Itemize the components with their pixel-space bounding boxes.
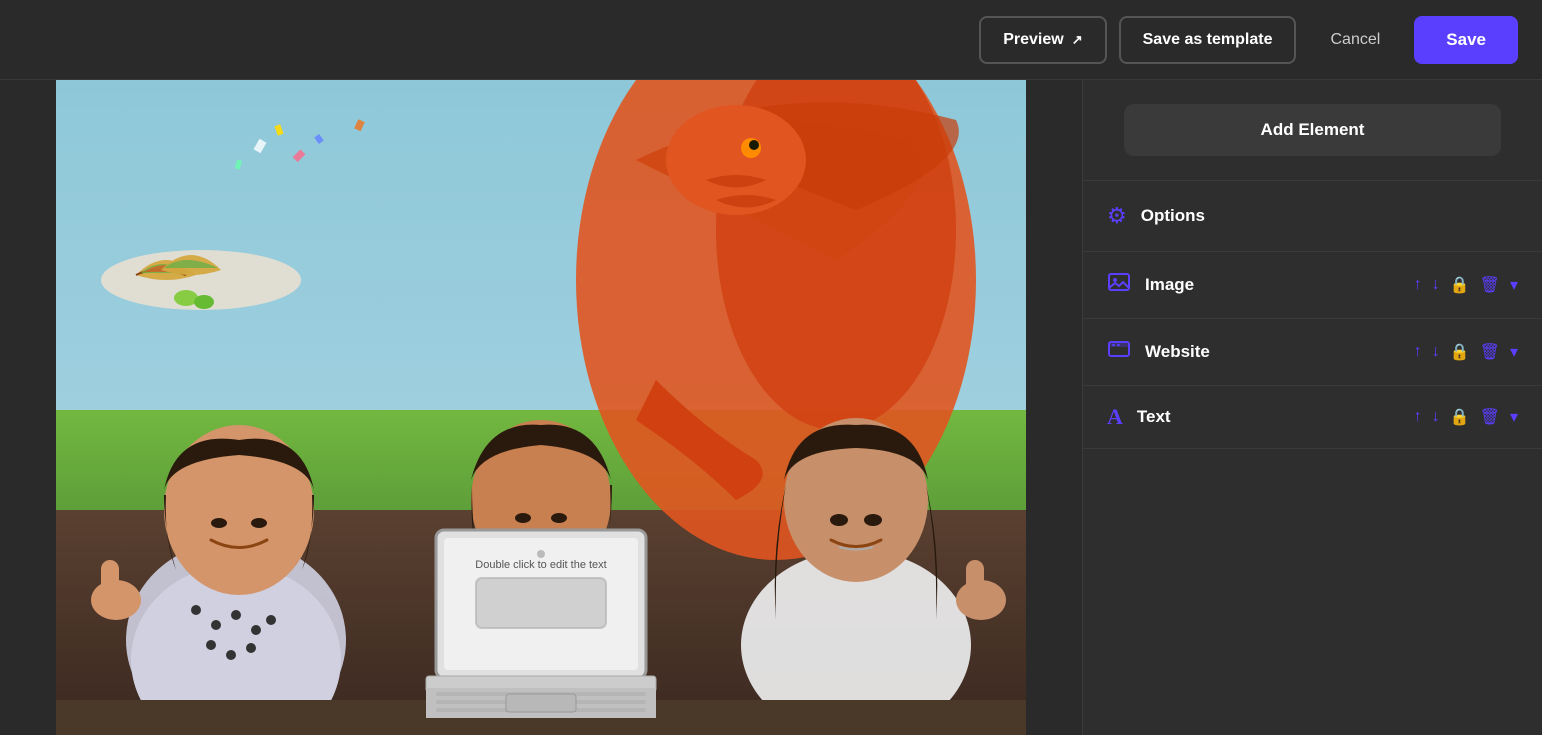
preview-button[interactable]: Preview ↗ bbox=[979, 16, 1106, 64]
image-icon bbox=[1107, 270, 1131, 300]
text-expand-button[interactable]: ▾ bbox=[1510, 407, 1518, 427]
element-row-text[interactable]: A Text ↑ ↓ 🔒 🗑 ▾ bbox=[1083, 386, 1542, 449]
text-icon: A bbox=[1107, 404, 1123, 430]
main-area: Double click to edit the text bbox=[0, 80, 1542, 735]
save-template-label: Save as template bbox=[1143, 31, 1273, 49]
cancel-label: Cancel bbox=[1330, 31, 1380, 49]
save-as-template-button[interactable]: Save as template bbox=[1119, 16, 1297, 64]
text-down-button[interactable]: ↓ bbox=[1432, 408, 1440, 426]
add-element-label: Add Element bbox=[1261, 120, 1365, 140]
image-delete-button[interactable]: 🗑 bbox=[1480, 275, 1500, 295]
website-controls: ↑ ↓ 🔒 🗑 ▾ bbox=[1414, 342, 1518, 362]
element-row-image[interactable]: Image ↑ ↓ 🔒 🗑 ▾ bbox=[1083, 252, 1542, 319]
save-label: Save bbox=[1446, 30, 1486, 50]
svg-text:Double click to edit the text: Double click to edit the text bbox=[475, 559, 606, 571]
website-delete-button[interactable]: 🗑 bbox=[1480, 342, 1500, 362]
image-expand-button[interactable]: ▾ bbox=[1510, 275, 1518, 295]
text-up-button[interactable]: ↑ bbox=[1414, 408, 1422, 426]
image-up-button[interactable]: ↑ bbox=[1414, 276, 1422, 294]
image-element-label: Image bbox=[1145, 275, 1400, 295]
text-controls: ↑ ↓ 🔒 🗑 ▾ bbox=[1414, 407, 1518, 427]
external-link-icon: ↗ bbox=[1072, 32, 1083, 48]
sidebar: Add Element ⚙ Options Image ↑ ↓ bbox=[1082, 80, 1542, 735]
website-icon bbox=[1107, 337, 1131, 367]
website-lock-button[interactable]: 🔒 bbox=[1450, 342, 1470, 362]
save-button[interactable]: Save bbox=[1414, 16, 1518, 64]
canvas-image-container[interactable]: Double click to edit the text bbox=[56, 80, 1026, 735]
canvas-area: Double click to edit the text bbox=[0, 80, 1082, 735]
website-element-label: Website bbox=[1145, 342, 1400, 362]
options-section[interactable]: ⚙ Options bbox=[1083, 181, 1542, 252]
text-lock-button[interactable]: 🔒 bbox=[1450, 407, 1470, 427]
canvas-photo: Double click to edit the text bbox=[56, 80, 1026, 735]
add-element-button[interactable]: Add Element bbox=[1124, 104, 1501, 156]
element-row-website[interactable]: Website ↑ ↓ 🔒 🗑 ▾ bbox=[1083, 319, 1542, 386]
image-down-button[interactable]: ↓ bbox=[1432, 276, 1440, 294]
gear-icon: ⚙ bbox=[1107, 203, 1127, 229]
options-label: Options bbox=[1141, 206, 1205, 226]
text-element-label: Text bbox=[1137, 407, 1400, 427]
toolbar: Preview ↗ Save as template Cancel Save bbox=[0, 0, 1542, 80]
website-up-button[interactable]: ↑ bbox=[1414, 343, 1422, 361]
preview-label: Preview bbox=[1003, 31, 1063, 49]
website-expand-button[interactable]: ▾ bbox=[1510, 342, 1518, 362]
image-controls: ↑ ↓ 🔒 🗑 ▾ bbox=[1414, 275, 1518, 295]
image-lock-button[interactable]: 🔒 bbox=[1450, 275, 1470, 295]
website-down-button[interactable]: ↓ bbox=[1432, 343, 1440, 361]
cancel-button[interactable]: Cancel bbox=[1308, 16, 1402, 64]
add-element-section: Add Element bbox=[1083, 80, 1542, 181]
text-delete-button[interactable]: 🗑 bbox=[1480, 407, 1500, 427]
